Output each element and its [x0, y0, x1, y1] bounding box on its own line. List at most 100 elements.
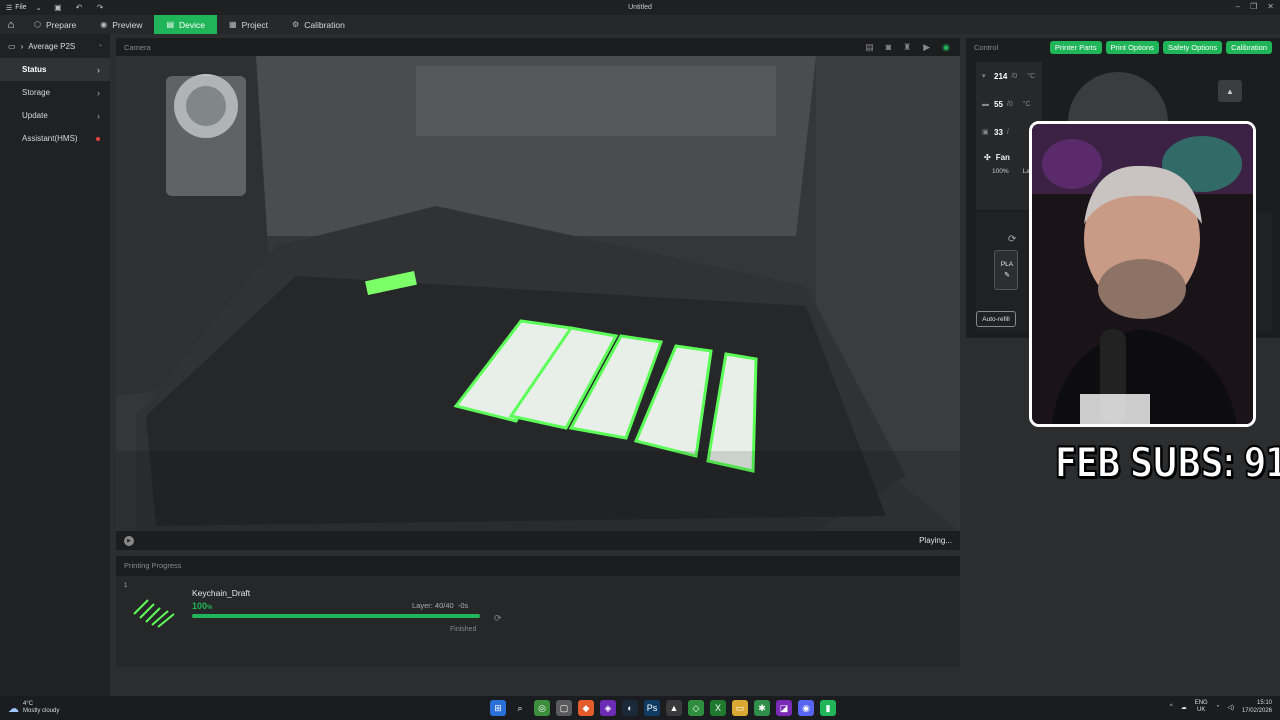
filament-slot[interactable]: PLA ✎: [994, 250, 1018, 290]
restore-icon[interactable]: ❐: [1250, 2, 1257, 11]
sidebar-item-storage[interactable]: Storage ›: [0, 81, 110, 104]
nozzle-temp-current: 214: [994, 71, 1008, 81]
clock[interactable]: 15:10 17/02/2026: [1242, 699, 1272, 715]
cloud-sync-icon[interactable]: ☁: [1181, 704, 1187, 711]
wifi-icon[interactable]: ◔: [1216, 704, 1220, 710]
app-purple-icon[interactable]: ◈: [600, 700, 616, 716]
sidebar-item-assistant[interactable]: Assistant(HMS): [0, 127, 110, 150]
redo-icon[interactable]: ↷: [95, 3, 104, 12]
chevron-down-icon: ⌄: [35, 4, 42, 12]
device-sidebar: ▭ › Average P2S ◔ Status › Storage › Upd…: [0, 34, 110, 696]
refresh-icon[interactable]: ⟳: [494, 613, 502, 624]
lang-region: UK: [1197, 707, 1206, 713]
volume-icon[interactable]: ◁): [1227, 704, 1234, 711]
weather-temp: 4°C: [23, 701, 34, 707]
undo-icon[interactable]: ↶: [74, 3, 83, 12]
chamber-temp-current: 33: [994, 127, 1003, 137]
spool-refresh-icon[interactable]: ⟳: [1008, 234, 1016, 245]
sidebar-item-update[interactable]: Update ›: [0, 104, 110, 127]
bambu-studio-icon[interactable]: ▮: [820, 700, 836, 716]
auto-refill-button[interactable]: Auto-refill: [976, 311, 1016, 327]
progress-title: Printing Progress: [124, 560, 182, 570]
project-icon: ▦: [229, 20, 237, 29]
camera-panel: Camera ▤ ◙ ♜ ▶ ◉ ▶ Playing...: [116, 38, 960, 550]
device-icon: ▤: [166, 20, 175, 29]
clock-date: 17/02/2026: [1241, 708, 1272, 714]
record-icon[interactable]: ◉: [942, 42, 950, 53]
tab-calibration-label: Calibration: [304, 19, 345, 30]
device-name: Average P2S: [28, 41, 76, 51]
file-menu-label: File: [15, 4, 27, 11]
excel-icon[interactable]: X: [710, 700, 726, 716]
chevron-right-icon: ›: [20, 41, 24, 51]
windows-start-icon[interactable]: ⊞: [490, 700, 506, 716]
tab-device-label: Device: [179, 19, 205, 30]
arrow-up-icon[interactable]: ▲: [1218, 80, 1242, 102]
tab-preview[interactable]: ◉ Preview: [88, 15, 154, 34]
fan-icon: ✣: [984, 152, 991, 162]
sidebar-item-label: Status: [22, 65, 47, 74]
printing-progress-panel: Printing Progress 1 Keychain_Draft 100% …: [116, 556, 960, 667]
sidebar-item-status[interactable]: Status ›: [0, 58, 110, 81]
file-menu[interactable]: ☰ File ⌄: [0, 4, 41, 12]
folder-icon[interactable]: ▭: [732, 700, 748, 716]
close-icon[interactable]: ✕: [1267, 2, 1274, 11]
printer-parts-button[interactable]: Printer Parts: [1049, 41, 1102, 54]
storage-icon[interactable]: ▤: [865, 42, 874, 53]
photoshop-icon[interactable]: Ps: [644, 700, 660, 716]
nozzle-temp-target: /0: [1011, 72, 1018, 80]
webcam-image: [1032, 124, 1253, 424]
alert-dot: [96, 136, 100, 141]
layer-info: Layer: 40/40 -0s: [412, 601, 468, 610]
chevron-right-icon: ›: [97, 110, 100, 121]
twitch-icon[interactable]: ◪: [776, 700, 792, 716]
play-icon[interactable]: ▶: [124, 535, 134, 546]
camera-title: Camera: [124, 42, 151, 52]
discord-icon[interactable]: ◉: [798, 700, 814, 716]
tab-project[interactable]: ▦ Project: [217, 15, 280, 34]
bed-temp-target: /0: [1006, 100, 1013, 108]
tab-calibration[interactable]: ⚙ Calibration: [280, 15, 357, 34]
windows-taskbar: ☁ 4°C Mostly cloudy ⊞ ⌕ ◎ ▢ ◆ ◈ ◐ Ps ▲ ◇…: [0, 696, 1280, 720]
print-state: Finished: [450, 626, 477, 633]
app-icon[interactable]: ▲: [666, 700, 682, 716]
app-green-icon[interactable]: ◇: [688, 700, 704, 716]
steam-icon[interactable]: ◐: [622, 700, 638, 716]
gear-icon: ⚙: [292, 20, 300, 29]
edit-icon: ✎: [1004, 272, 1010, 279]
calibration-button[interactable]: Calibration: [1226, 41, 1272, 54]
time-left: -0s: [457, 601, 469, 610]
wifi-icon: ◔: [97, 42, 102, 50]
minimize-icon[interactable]: –: [1236, 2, 1240, 11]
weather-widget[interactable]: ☁ 4°C Mostly cloudy: [0, 701, 59, 715]
language-indicator[interactable]: ENG UK: [1195, 700, 1208, 714]
bed-temp[interactable]: ▬ 55 /0 °C: [976, 90, 1042, 118]
person-icon[interactable]: ♜: [903, 42, 911, 53]
tab-preview-label: Preview: [112, 19, 143, 30]
progress-percent-unit: %: [207, 605, 213, 611]
camera-icon[interactable]: ◙: [886, 42, 891, 53]
video-icon[interactable]: ▶: [923, 42, 930, 53]
cube-icon: ⬡: [34, 20, 41, 29]
search-icon[interactable]: ⌕: [512, 700, 528, 716]
tab-prepare[interactable]: ⬡ Prepare: [22, 15, 88, 34]
brave-icon[interactable]: ◆: [578, 700, 594, 716]
lang-code: ENG: [1194, 700, 1208, 706]
chrome-icon[interactable]: ◎: [534, 700, 550, 716]
save-icon[interactable]: ▣: [53, 3, 62, 12]
app-green2-icon[interactable]: ✱: [754, 700, 770, 716]
chevron-up-icon[interactable]: ^: [1170, 704, 1173, 710]
nozzle-temp[interactable]: ▾ 214 /0 °C: [976, 62, 1042, 90]
fan-label: Fan: [995, 152, 1010, 162]
tab-device[interactable]: ▤ Device: [154, 15, 217, 34]
files-icon[interactable]: ▢: [556, 700, 572, 716]
home-icon[interactable]: ⌂: [0, 15, 22, 34]
camera-feed-image: [116, 56, 960, 531]
weather-desc: Mostly cloudy: [23, 708, 60, 714]
device-selector[interactable]: ▭ › Average P2S ◔: [0, 34, 110, 58]
title-bar: ☰ File ⌄ ▣ ↶ ↷ Untitled – ❐ ✕: [0, 0, 1280, 15]
window-title: Untitled: [628, 4, 652, 11]
chevron-right-icon: ›: [97, 87, 100, 98]
safety-options-button[interactable]: Safety Options: [1162, 41, 1223, 54]
print-options-button[interactable]: Print Options: [1105, 41, 1159, 54]
